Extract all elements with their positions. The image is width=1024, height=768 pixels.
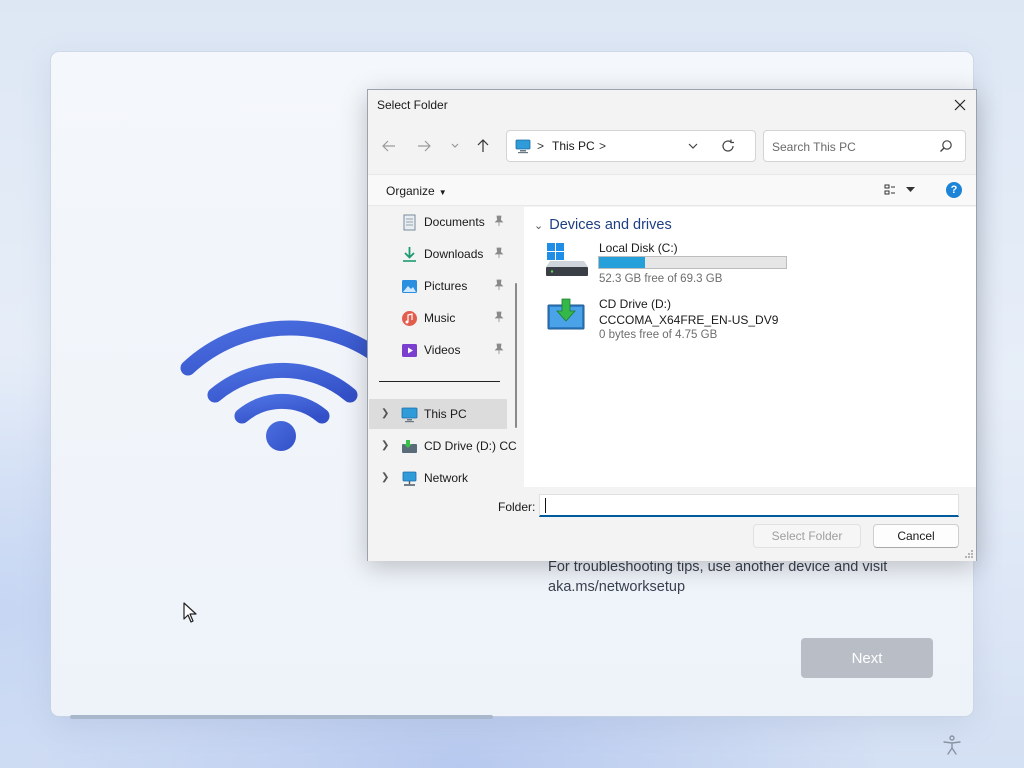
search-icon [940,140,952,152]
pin-icon [494,311,504,322]
search-input[interactable] [772,138,932,156]
drive-name: Local Disk (C:) [599,241,678,255]
caret-down-icon: ▼ [438,188,447,197]
chevron-right-icon[interactable]: ❯ [381,440,389,451]
network-icon [402,471,417,486]
drive-free-space: 52.3 GB free of 69.3 GB [599,273,723,285]
select-folder-button[interactable]: Select Folder [753,524,861,548]
mouse-cursor-icon [183,602,197,623]
local-disk-icon [546,243,588,276]
forward-button[interactable] [413,135,435,157]
oobe-progress-bar [70,715,493,719]
drive-free-space: 0 bytes free of 4.75 GB [599,329,718,341]
nav-item-label: Documents [424,215,485,229]
pin-icon [494,215,504,226]
group-title: Devices and drives [549,217,672,233]
breadcrumb-separator: > [537,139,545,153]
refresh-icon[interactable] [721,139,735,153]
chevron-right-icon[interactable]: ❯ [381,472,389,483]
this-pc-icon [401,407,418,423]
nav-item-downloads[interactable]: Downloads [369,239,507,269]
nav-item-pictures[interactable]: Pictures [369,271,507,301]
dialog-title: Select Folder [377,98,448,112]
pin-icon [494,279,504,290]
nav-item-label: Music [424,311,456,325]
troubleshooting-tip: For troubleshooting tips, use another de… [548,557,928,597]
view-details-icon [884,184,895,195]
organize-label: Organize [386,184,435,198]
nav-item-documents[interactable]: Documents [369,207,507,237]
devices-and-drives-group[interactable]: ⌄ Devices and drives [534,217,672,233]
nav-divider [379,381,500,382]
chevron-down-icon[interactable] [687,140,699,152]
drive-usage-fill [599,257,645,268]
pin-icon [494,247,504,258]
close-icon [954,99,966,111]
drive-name: CD Drive (D:) [599,297,671,311]
chevron-right-icon[interactable]: ❯ [381,408,389,419]
arrow-left-icon [382,140,395,152]
nav-item-label: Pictures [424,279,468,293]
drive-local-disk-c[interactable]: Local Disk (C:) 52.3 GB free of 69.3 GB [544,241,844,291]
drive-cd-drive-d[interactable]: CD Drive (D:) CCCOMA_X64FRE_EN-US_DV9 0 … [544,297,844,347]
nav-item-music[interactable]: Music [369,303,507,333]
recent-locations-button[interactable] [444,135,466,157]
pin-icon [494,343,504,354]
chevron-down-icon [451,143,459,148]
nav-item-label: Downloads [424,247,484,261]
tip-link[interactable]: aka.ms/networksetup [548,577,928,597]
cd-drive-icon [547,298,585,330]
dialog-titlebar: Select Folder [368,90,976,120]
back-button[interactable] [378,135,400,157]
this-pc-icon [515,139,531,154]
breadcrumb-this-pc[interactable]: This PC [552,139,595,153]
downloads-icon [403,247,416,262]
nav-item-cd-drive[interactable]: ❯ CD Drive (D:) CC [369,431,517,461]
address-bar[interactable]: > This PC > [506,130,756,162]
nav-item-label: Videos [424,343,461,357]
arrow-right-icon [418,140,431,152]
dialog-footer: Folder: Select Folder Cancel [368,487,976,561]
chevron-down-icon: ⌄ [534,219,544,232]
close-button[interactable] [944,90,976,120]
drive-volume-label: CCCOMA_X64FRE_EN-US_DV9 [599,313,779,327]
breadcrumb-separator[interactable]: > [599,139,606,153]
nav-item-this-pc[interactable]: ❯ This PC [369,399,507,429]
text-caret [545,498,546,513]
up-button[interactable] [472,135,494,157]
videos-icon [402,344,417,357]
documents-icon [403,214,416,231]
navigation-bar: > This PC > [368,126,976,166]
next-button[interactable]: Next [801,638,933,678]
change-view-button[interactable] [884,184,915,196]
cancel-button[interactable]: Cancel [873,524,959,548]
nav-item-label: CD Drive (D:) CC [424,439,517,453]
folder-label: Folder: [498,500,536,514]
drive-usage-bar [598,256,787,269]
cd-drive-icon [402,440,417,453]
help-button[interactable]: ? [946,182,962,198]
accessibility-icon[interactable] [941,734,963,756]
content-pane: ⌄ Devices and drives Local Disk (C:) 52.… [524,207,976,487]
select-folder-dialog: Select Folder > This PC > Search This PC… [367,89,977,561]
navigation-pane: Documents Downloads Pictures Music Video… [369,207,523,487]
search-box[interactable] [763,130,966,162]
music-icon [402,311,417,326]
arrow-up-icon [477,139,489,152]
nav-item-network[interactable]: ❯ Network [369,463,507,487]
nav-scrollbar[interactable] [515,283,517,428]
nav-item-label: This PC [424,407,467,421]
organize-button[interactable]: Organize ▼ [386,184,447,198]
nav-item-videos[interactable]: Videos [369,335,507,365]
folder-input[interactable] [539,494,959,517]
resize-grip-icon[interactable] [964,549,974,559]
command-bar: Organize ▼ [368,174,976,206]
caret-down-icon [906,187,915,192]
nav-item-label: Network [424,471,469,485]
pictures-icon [402,280,417,293]
